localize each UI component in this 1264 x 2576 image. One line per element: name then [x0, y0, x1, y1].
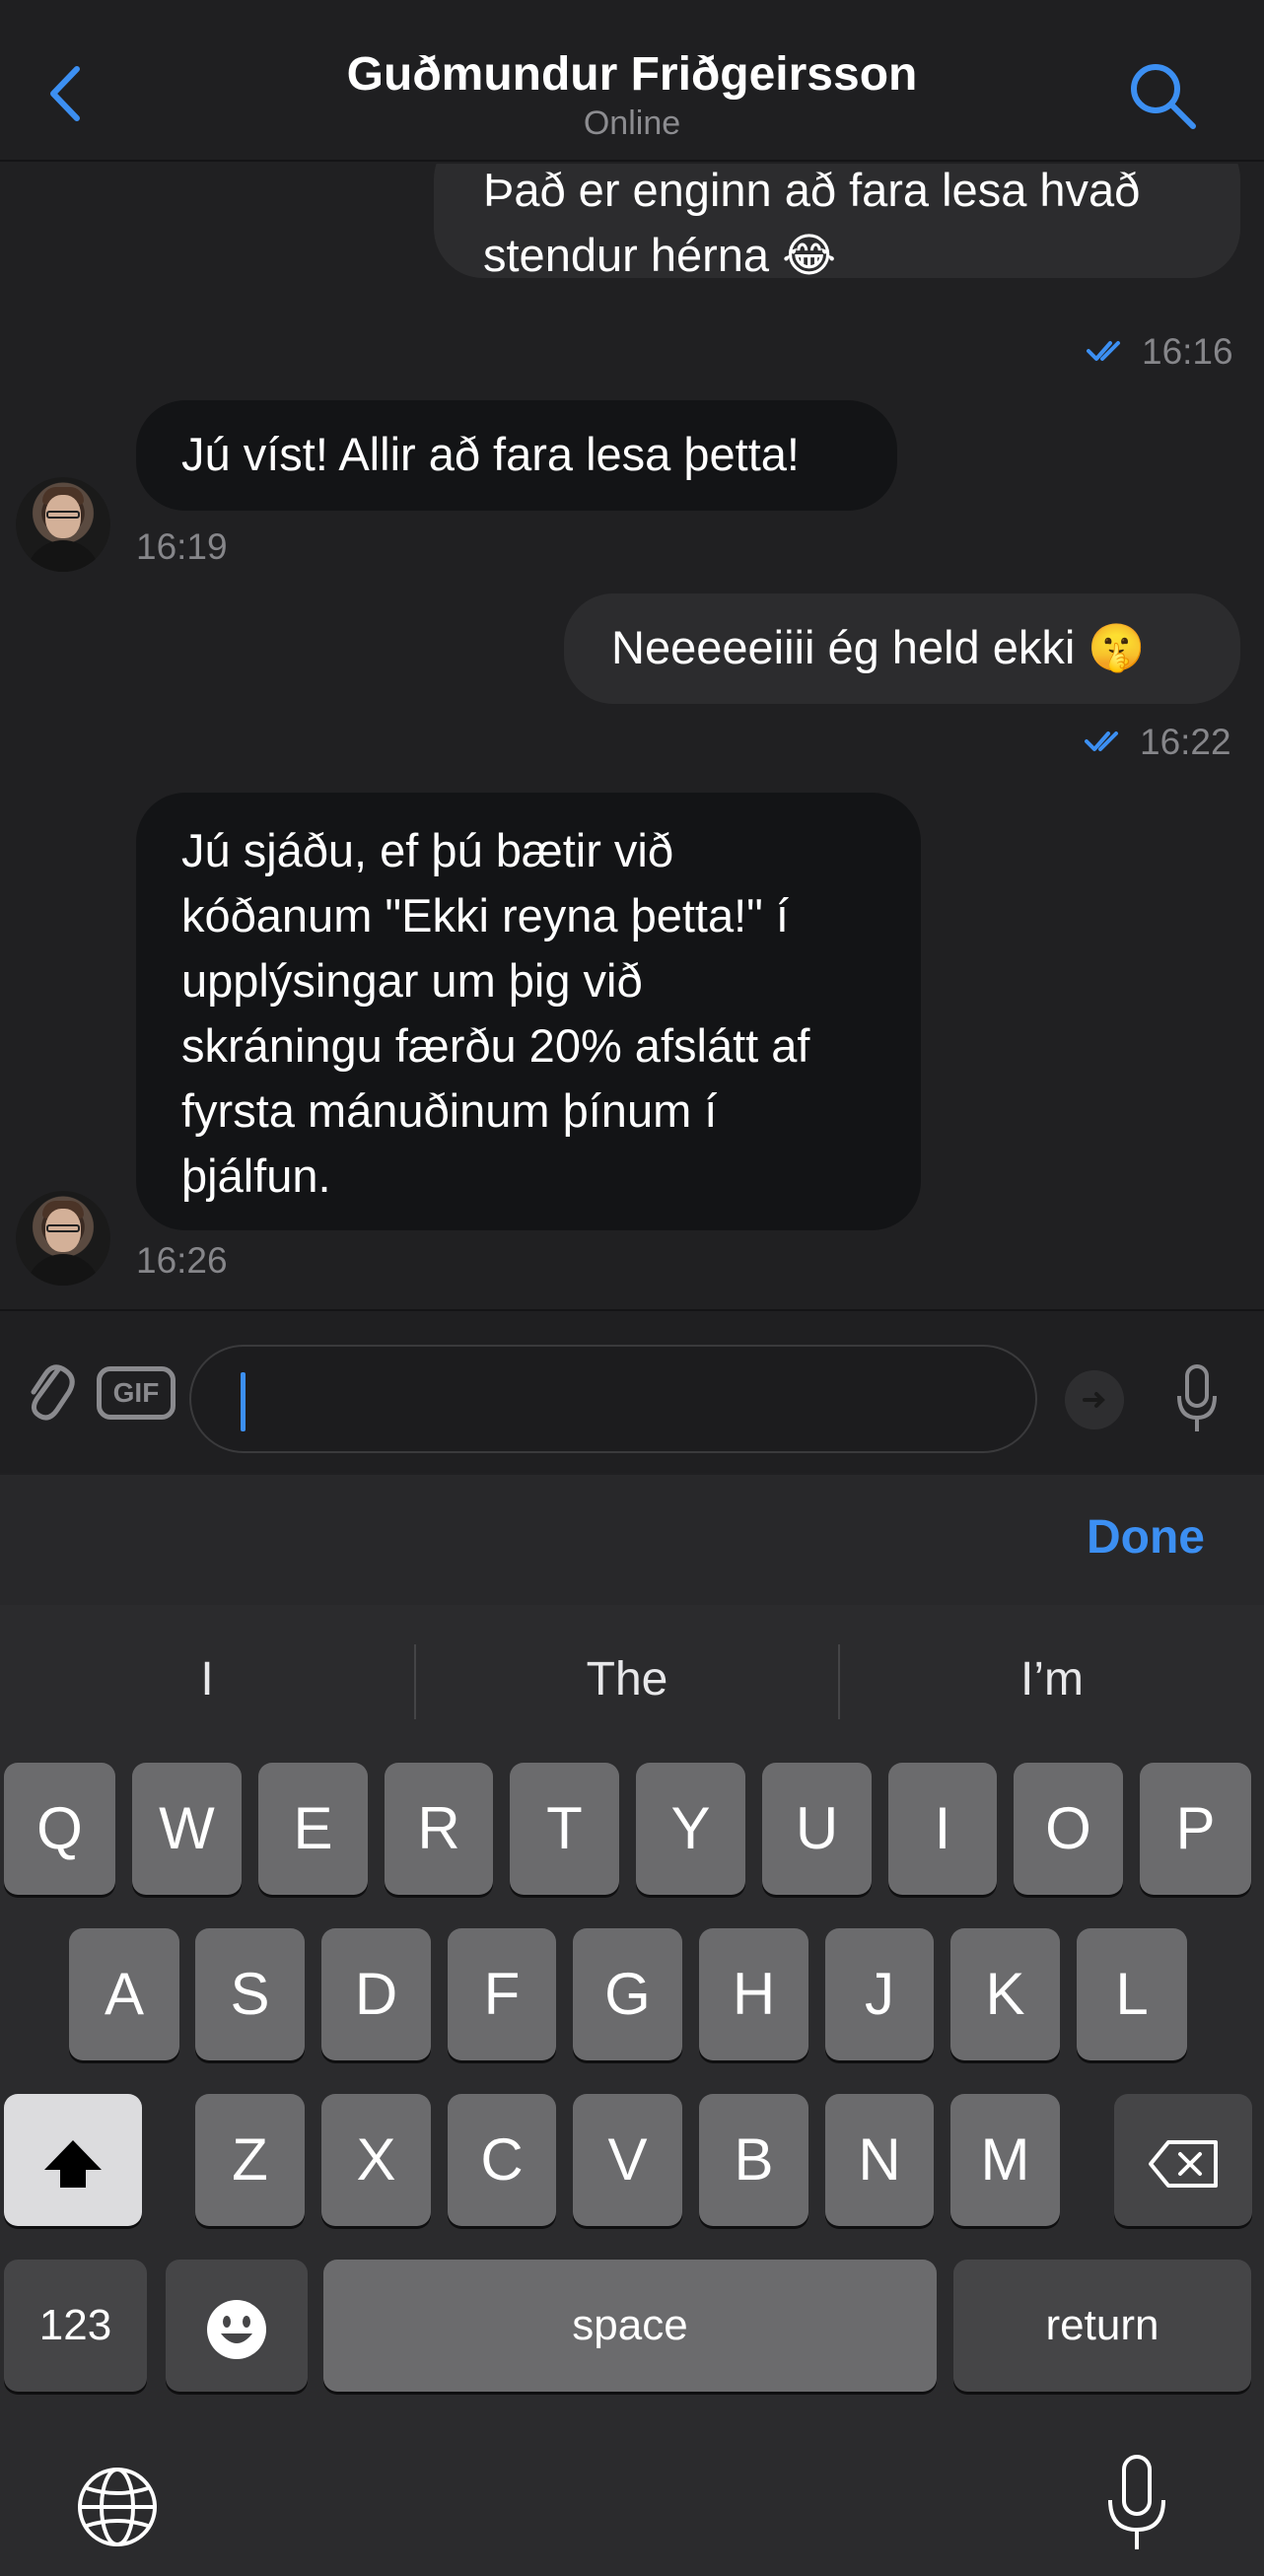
send-icon[interactable]	[1065, 1370, 1124, 1429]
chat-header: Guðmundur Friðgeirsson Online	[0, 0, 1264, 162]
key-n[interactable]: N	[825, 2094, 934, 2226]
contact-avatar[interactable]	[16, 477, 110, 572]
key-p[interactable]: P	[1140, 1763, 1251, 1895]
key-t[interactable]: T	[510, 1763, 619, 1895]
message-time: 16:26	[136, 1240, 228, 1281]
shift-icon	[44, 2140, 102, 2189]
key-w[interactable]: W	[132, 1763, 242, 1895]
contact-avatar[interactable]	[16, 1191, 110, 1286]
shift-key[interactable]	[4, 2094, 142, 2226]
keyboard-toolbar: Done	[0, 1475, 1264, 1605]
numbers-key[interactable]: 123	[4, 2260, 147, 2392]
key-c[interactable]: C	[448, 2094, 556, 2226]
search-icon[interactable]	[1124, 57, 1203, 136]
key-s[interactable]: S	[195, 1928, 305, 2060]
message-line: kóðanum "Ekki reyna þetta!" í	[181, 889, 789, 941]
key-l[interactable]: L	[1077, 1928, 1187, 2060]
message-time: 16:16	[1142, 331, 1233, 372]
globe-icon[interactable]	[73, 2463, 162, 2551]
key-a[interactable]: A	[69, 1928, 179, 2060]
key-v[interactable]: V	[573, 2094, 682, 2226]
key-b[interactable]: B	[699, 2094, 808, 2226]
suggestion-1[interactable]: I	[0, 1640, 414, 1719]
composer-bar: GIF	[0, 1309, 1264, 1473]
backspace-icon	[1149, 2140, 1218, 2189]
key-r[interactable]: R	[385, 1763, 493, 1895]
done-button[interactable]: Done	[1087, 1510, 1205, 1565]
message-line: skráningu færðu 20% afslátt af	[181, 1019, 810, 1072]
backspace-key[interactable]	[1114, 2094, 1252, 2226]
emoji-key[interactable]	[166, 2260, 308, 2392]
microphone-icon[interactable]	[1173, 1360, 1221, 1439]
message-bubble-outgoing[interactable]: Neeeeeiiii ég held ekki 🤫	[564, 593, 1240, 704]
key-e[interactable]: E	[258, 1763, 368, 1895]
key-h[interactable]: H	[699, 1928, 808, 2060]
keyboard: I The I’m Q W E R T Y U I O P A S D F G …	[0, 1605, 1264, 2576]
key-i[interactable]: I	[888, 1763, 997, 1895]
message-bubble-incoming[interactable]: Jú sjáðu, ef þú bætir við kóðanum "Ekki …	[136, 793, 921, 1230]
message-line: Það er enginn að fara lesa hvað	[483, 164, 1141, 216]
suggestion-3[interactable]: I’m	[840, 1640, 1264, 1719]
message-line: Jú sjáðu, ef þú bætir við	[181, 824, 673, 876]
read-receipt-icon	[1087, 341, 1120, 361]
return-key[interactable]: return	[953, 2260, 1251, 2392]
key-z[interactable]: Z	[195, 2094, 305, 2226]
message-time: 16:19	[136, 526, 228, 567]
message-line: stendur hérna 😂	[483, 229, 837, 281]
key-f[interactable]: F	[448, 1928, 556, 2060]
contact-status: Online	[583, 104, 681, 142]
space-key[interactable]: space	[323, 2260, 937, 2392]
key-u[interactable]: U	[762, 1763, 872, 1895]
message-line: Neeeeeiiii ég held ekki 🤫	[611, 621, 1146, 673]
contact-name[interactable]: Guðmundur Friðgeirsson	[0, 47, 1264, 102]
key-o[interactable]: O	[1014, 1763, 1123, 1895]
gif-button[interactable]: GIF	[97, 1366, 176, 1420]
suggestion-2[interactable]: The	[416, 1640, 838, 1719]
key-d[interactable]: D	[321, 1928, 431, 2060]
key-q[interactable]: Q	[4, 1763, 115, 1895]
message-list[interactable]: Það er enginn að fara lesa hvað stendur …	[0, 164, 1264, 1307]
message-bubble-outgoing[interactable]: Það er enginn að fara lesa hvað stendur …	[434, 164, 1240, 281]
key-x[interactable]: X	[321, 2094, 431, 2226]
message-bubble-incoming[interactable]: Jú víst! Allir að fara lesa þetta!	[136, 400, 897, 511]
message-line: Jú víst! Allir að fara lesa þetta!	[181, 428, 800, 480]
read-receipt-icon	[1085, 731, 1118, 751]
message-time: 16:22	[1140, 722, 1231, 762]
message-input[interactable]	[189, 1345, 1037, 1453]
emoji-icon	[207, 2300, 266, 2360]
attachment-icon[interactable]	[22, 1349, 75, 1427]
message-line: þjálfun.	[181, 1149, 331, 1202]
key-g[interactable]: G	[573, 1928, 682, 2060]
message-line: upplýsingar um þig við	[181, 954, 643, 1007]
text-caret	[241, 1372, 246, 1431]
key-j[interactable]: J	[825, 1928, 934, 2060]
key-k[interactable]: K	[950, 1928, 1060, 2060]
message-line: fyrsta mánuðinum þínum í	[181, 1084, 718, 1137]
key-m[interactable]: M	[950, 2094, 1060, 2226]
key-y[interactable]: Y	[636, 1763, 745, 1895]
dictation-icon[interactable]	[1102, 2453, 1171, 2555]
